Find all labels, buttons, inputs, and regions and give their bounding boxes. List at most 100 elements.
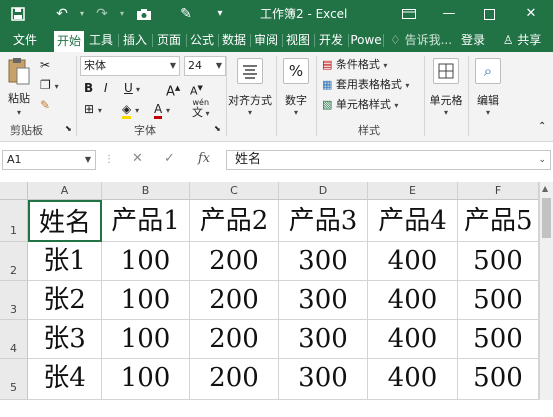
tab-file[interactable]: 文件 (4, 28, 46, 52)
cell-c1[interactable]: 产品2 (190, 200, 279, 242)
tab-tools[interactable]: 工具 (86, 28, 116, 52)
insert-function-icon[interactable]: fx (198, 151, 210, 166)
cell-a1[interactable]: 姓名 (28, 200, 102, 242)
cell-b3[interactable]: 100 (102, 281, 190, 320)
ribbon-display-icon[interactable] (398, 4, 420, 24)
column-header-e[interactable]: E (368, 182, 458, 200)
cell-d1[interactable]: 产品3 (279, 200, 368, 242)
cell-styles-button[interactable]: ▧ 单元格样式 ▾ (322, 96, 398, 115)
alignment-button[interactable]: 对齐方式 ▾ (228, 58, 272, 117)
tab-insert[interactable]: 插入 (120, 28, 150, 52)
column-header-a[interactable]: A (28, 182, 102, 200)
conditional-formatting-button[interactable]: ▤ 条件格式 ▾ (322, 56, 387, 75)
cell-b1[interactable]: 产品1 (102, 200, 190, 242)
redo-icon[interactable]: ↷ (92, 4, 112, 24)
tell-me-search[interactable]: ♢ 告诉我... (388, 28, 454, 52)
enter-icon[interactable]: ✓ (164, 151, 175, 166)
cell-b4[interactable]: 100 (102, 320, 190, 359)
scroll-up-icon[interactable]: ▲ (542, 184, 548, 193)
column-header-c[interactable]: C (190, 182, 279, 200)
scrollbar-thumb[interactable] (542, 198, 551, 238)
editing-button[interactable]: ⌕ 编辑 ▾ (472, 58, 504, 117)
row-header-3[interactable]: 3 (0, 281, 28, 320)
cell-a2[interactable]: 张1 (28, 242, 102, 281)
customize-qat-icon[interactable]: ▾ (210, 4, 230, 24)
formula-input[interactable]: 姓名 ⌄ (226, 150, 551, 170)
tab-page-layout[interactable]: 页面 (154, 28, 184, 52)
brush-icon[interactable]: ✎ (176, 4, 196, 24)
format-as-table-button[interactable]: ▦ 套用表格格式 ▾ (322, 76, 409, 95)
camera-icon[interactable] (134, 4, 154, 24)
tab-power[interactable]: Powe (350, 28, 382, 52)
column-header-d[interactable]: D (279, 182, 368, 200)
fill-color-icon[interactable]: ◈ ▾ (122, 100, 139, 120)
cell-b2[interactable]: 100 (102, 242, 190, 281)
tab-data[interactable]: 数据 (220, 28, 248, 52)
cancel-icon[interactable]: ✕ (132, 151, 143, 166)
expand-formula-icon[interactable]: ⌄ (538, 151, 546, 169)
select-all-button[interactable] (0, 182, 28, 200)
maximize-button[interactable] (478, 4, 500, 24)
minimize-button[interactable]: — (438, 4, 460, 24)
cell-e1[interactable]: 产品4 (368, 200, 458, 242)
cell-e3[interactable]: 400 (368, 281, 458, 320)
collapse-ribbon-icon[interactable]: ⌃ (538, 118, 546, 136)
share-button[interactable]: ♙ 共享 (494, 28, 550, 52)
row-header-2[interactable]: 2 (0, 242, 28, 281)
format-painter-icon[interactable]: ✎ (40, 96, 50, 114)
tab-view[interactable]: 视图 (284, 28, 312, 52)
tab-formulas[interactable]: 公式 (188, 28, 216, 52)
cell-f3[interactable]: 500 (458, 281, 539, 320)
tab-developer[interactable]: 开发 (316, 28, 346, 52)
cell-d5[interactable]: 300 (279, 359, 368, 400)
cell-e5[interactable]: 400 (368, 359, 458, 400)
cell-d3[interactable]: 300 (279, 281, 368, 320)
row-header-4[interactable]: 4 (0, 320, 28, 359)
italic-button[interactable]: I (104, 79, 108, 97)
cut-icon[interactable]: ✂ (40, 56, 50, 74)
font-name-combo[interactable]: 宋体 ▼ (80, 56, 180, 76)
vertical-scrollbar[interactable]: ▲ (539, 182, 553, 400)
cell-e4[interactable]: 400 (368, 320, 458, 359)
tab-review[interactable]: 审阅 (252, 28, 280, 52)
cell-b5[interactable]: 100 (102, 359, 190, 400)
column-header-b[interactable]: B (102, 182, 190, 200)
font-launcher-icon[interactable]: ⬊ (214, 120, 221, 138)
undo-dropdown-icon[interactable]: ▾ (72, 4, 92, 24)
cell-a4[interactable]: 张3 (28, 320, 102, 359)
phonetic-icon[interactable]: wén 文 ▾ (192, 98, 210, 119)
font-color-icon[interactable]: A ▾ (154, 100, 170, 120)
cell-f2[interactable]: 500 (458, 242, 539, 281)
cell-f4[interactable]: 500 (458, 320, 539, 359)
clipboard-launcher-icon[interactable]: ⬊ (65, 120, 72, 138)
chevron-down-icon[interactable]: ▼ (85, 151, 91, 169)
cells-button[interactable]: 单元格 ▾ (428, 58, 464, 117)
underline-button[interactable]: U (124, 79, 133, 97)
tab-home[interactable]: 开始 (54, 31, 84, 52)
underline-dropdown-icon[interactable]: ▾ (136, 81, 140, 99)
cell-f1[interactable]: 产品5 (458, 200, 539, 242)
cell-d2[interactable]: 300 (279, 242, 368, 281)
number-format-button[interactable]: % 数字 ▾ (280, 58, 312, 117)
increase-font-icon[interactable]: A▲ (166, 79, 180, 101)
bold-button[interactable]: B (84, 79, 93, 97)
name-box[interactable]: A1 ▼ (2, 150, 96, 170)
column-header-f[interactable]: F (458, 182, 539, 200)
paste-dropdown-icon[interactable]: ▾ (4, 108, 34, 117)
cell-c2[interactable]: 200 (190, 242, 279, 281)
cell-c4[interactable]: 200 (190, 320, 279, 359)
row-header-1[interactable]: 1 (0, 200, 28, 242)
close-button[interactable]: ✕ (520, 4, 542, 24)
undo-icon[interactable]: ↶ (52, 4, 72, 24)
cell-a5[interactable]: 张4 (28, 359, 102, 400)
cell-e2[interactable]: 400 (368, 242, 458, 281)
copy-icon[interactable]: ❐ ▾ (40, 76, 59, 96)
cell-f5[interactable]: 500 (458, 359, 539, 400)
redo-dropdown-icon[interactable]: ▾ (112, 4, 132, 24)
paste-button[interactable]: 粘贴 ▾ (4, 56, 34, 117)
save-icon[interactable] (8, 4, 28, 24)
cell-d4[interactable]: 300 (279, 320, 368, 359)
sign-in-link[interactable]: 登录 (458, 28, 488, 52)
cell-a3[interactable]: 张2 (28, 281, 102, 320)
cell-c3[interactable]: 200 (190, 281, 279, 320)
